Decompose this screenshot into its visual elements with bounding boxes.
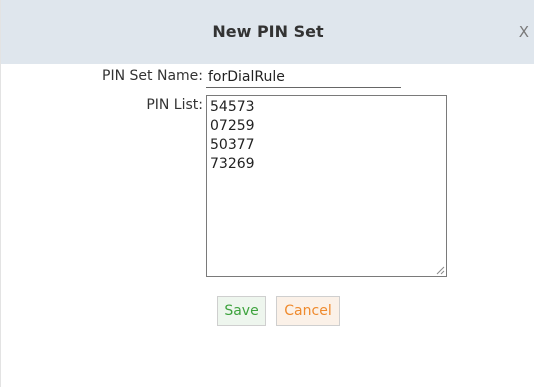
close-icon[interactable]: X bbox=[519, 0, 529, 64]
pin-set-name-label: PIN Set Name: bbox=[102, 68, 203, 84]
dialog-titlebar: New PIN Set X bbox=[1, 0, 534, 64]
dialog-title: New PIN Set bbox=[212, 22, 324, 41]
save-button[interactable]: Save bbox=[217, 296, 266, 326]
cancel-button[interactable]: Cancel bbox=[276, 296, 340, 326]
resize-grip-icon[interactable] bbox=[435, 265, 445, 275]
pin-list-textarea[interactable]: 54573 07259 50377 73269 bbox=[206, 95, 447, 277]
new-pin-set-dialog: New PIN Set X PIN Set Name: PIN List: 54… bbox=[0, 0, 534, 387]
pin-list-label: PIN List: bbox=[146, 97, 203, 113]
pin-set-name-input[interactable] bbox=[206, 66, 401, 88]
